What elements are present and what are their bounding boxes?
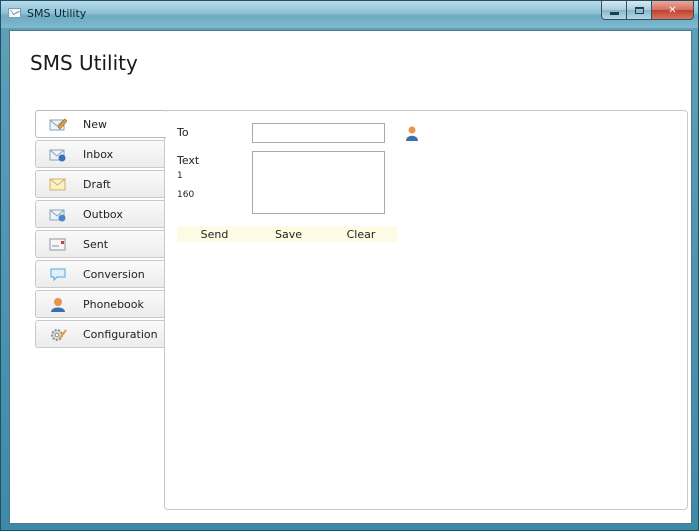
close-icon: ✕ <box>668 4 677 16</box>
configuration-icon <box>49 327 67 342</box>
contact-picker-button[interactable] <box>405 125 419 141</box>
draft-icon <box>49 177 67 192</box>
sidebar-item-label: Configuration <box>83 328 158 341</box>
clear-button[interactable]: Clear <box>325 226 397 242</box>
sidebar-item-label: Draft <box>83 178 111 191</box>
action-buttons: Send Save Clear <box>177 226 397 242</box>
characters-remaining: 160 <box>177 190 195 200</box>
sidebar-item-label: Conversion <box>83 268 145 281</box>
sidebar-item-new[interactable]: New <box>35 110 166 138</box>
send-button[interactable]: Send <box>177 226 252 242</box>
sidebar-item-outbox[interactable]: Outbox <box>35 200 165 228</box>
sidebar-item-label: New <box>83 118 107 131</box>
sidebar-item-configuration[interactable]: Configuration <box>35 320 165 348</box>
sent-icon <box>49 237 67 252</box>
to-label: To <box>177 126 189 139</box>
sidebar-item-inbox[interactable]: Inbox <box>35 140 165 168</box>
sidebar-item-label: Inbox <box>83 148 114 161</box>
conversion-icon <box>49 267 67 282</box>
save-button[interactable]: Save <box>252 226 325 242</box>
sidebar-item-draft[interactable]: Draft <box>35 170 165 198</box>
window-controls: ✕ <box>601 1 694 20</box>
inbox-icon <box>49 147 67 162</box>
close-button[interactable]: ✕ <box>652 1 694 20</box>
text-label: Text <box>177 154 200 167</box>
maximize-icon <box>634 6 644 14</box>
recipient-input[interactable] <box>252 123 385 143</box>
title-bar[interactable]: SMS Utility ✕ <box>1 1 698 28</box>
new-message-icon <box>49 117 67 132</box>
sidebar-tabs: New Inbox Draft Outbox Sent Conversion P… <box>35 110 166 350</box>
app-window: SMS Utility ✕ SMS Utility New Inbox Draf… <box>0 0 699 531</box>
outbox-icon <box>49 207 67 222</box>
compose-panel: To Text 1 160 Send Save Clear <box>164 110 688 510</box>
envelope-icon <box>8 8 21 18</box>
message-part-count: 1 <box>177 171 183 181</box>
phonebook-icon <box>49 297 67 312</box>
minimize-icon <box>609 11 619 15</box>
message-textarea[interactable] <box>252 151 385 214</box>
sidebar-item-label: Outbox <box>83 208 123 221</box>
sidebar-item-label: Sent <box>83 238 109 251</box>
sidebar-item-sent[interactable]: Sent <box>35 230 165 258</box>
maximize-button[interactable] <box>627 1 652 20</box>
page-title: SMS Utility <box>30 51 138 75</box>
client-area: SMS Utility New Inbox Draft Outbox Sent … <box>9 30 692 524</box>
window-title: SMS Utility <box>27 7 87 20</box>
sidebar-item-label: Phonebook <box>83 298 144 311</box>
contact-icon <box>406 126 418 141</box>
sidebar-item-phonebook[interactable]: Phonebook <box>35 290 165 318</box>
sidebar-item-conversion[interactable]: Conversion <box>35 260 165 288</box>
minimize-button[interactable] <box>601 1 627 20</box>
